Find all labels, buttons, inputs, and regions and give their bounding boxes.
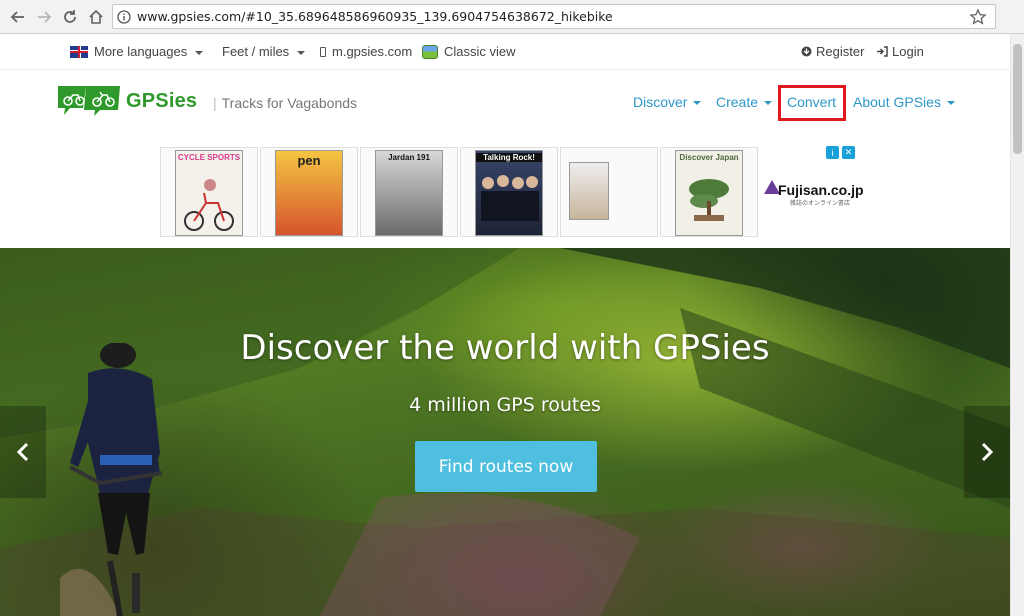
browser-toolbar: www.gpsies.com/#10_35.689648586960935_13… [0, 0, 1024, 34]
mobile-site-label: m.gpsies.com [332, 44, 413, 59]
site-header: GPSies | Tracks for Vagabonds Discover Cr… [0, 70, 1010, 134]
tagline-text: Tracks for Vagabonds [221, 95, 358, 111]
home-icon[interactable] [86, 7, 106, 27]
ad-magazine-title: Discover Japan [679, 153, 739, 162]
language-dropdown[interactable]: More languages [70, 44, 204, 59]
address-bar[interactable]: www.gpsies.com/#10_35.689648586960935_13… [112, 4, 996, 29]
menu-create[interactable]: Create [716, 94, 773, 110]
units-dropdown[interactable]: Feet / miles [222, 44, 306, 59]
ad-sponsor-subtitle: 雑誌のオンライン書店 [790, 201, 851, 207]
caret-down-icon [297, 50, 306, 55]
register-link[interactable]: Register [801, 44, 864, 59]
caret-down-icon [693, 101, 702, 105]
mobile-site-link[interactable]: m.gpsies.com [320, 44, 412, 59]
back-icon[interactable] [8, 7, 28, 27]
ad-magazine-title: Jardan 191 [388, 153, 430, 162]
utility-bar: More languages Feet / miles m.gpsies.com… [0, 34, 1010, 70]
forward-icon[interactable] [34, 7, 54, 27]
menu-about[interactable]: About GPSies [853, 94, 955, 110]
gpsies-logo-icon[interactable] [56, 82, 122, 118]
ad-close-icon[interactable]: ✕ [842, 146, 855, 159]
caret-down-icon [946, 101, 955, 105]
hero-banner: Discover the world with GPSies 4 million… [0, 248, 1010, 616]
chevron-right-icon [981, 442, 994, 462]
hero-subtitle: 4 million GPS routes [409, 394, 601, 416]
url-text[interactable]: www.gpsies.com/#10_35.689648586960935_13… [135, 9, 613, 24]
ad-magazine-title: CYCLE SPORTS [177, 153, 241, 162]
scroll-thumb[interactable] [1013, 44, 1022, 154]
uk-flag-icon [70, 45, 88, 58]
classic-view-label: Classic view [444, 44, 516, 59]
register-label: Register [816, 44, 865, 59]
bookmark-star-icon[interactable] [969, 8, 987, 26]
carousel-prev-button[interactable] [0, 406, 46, 498]
units-label: Feet / miles [222, 44, 290, 59]
login-link[interactable]: Login [876, 44, 924, 59]
ad-magazine-5[interactable] [560, 147, 658, 237]
menu-about-label: About GPSies [853, 94, 941, 110]
ad-magazine-4[interactable]: Talking Rock! [460, 147, 558, 237]
tagline: | Tracks for Vagabonds [213, 95, 358, 111]
ad-magazine-3[interactable]: Jardan 191 [360, 147, 458, 237]
ad-magazine-1[interactable]: CYCLE SPORTS [160, 147, 258, 237]
menu-discover[interactable]: Discover [633, 94, 702, 110]
ad-magazine-6[interactable]: Discover Japan [660, 147, 758, 237]
info-icon[interactable] [113, 5, 135, 28]
convert-highlight-box [778, 85, 846, 121]
menu-create-label: Create [716, 94, 759, 110]
classic-view-icon [422, 44, 438, 59]
caret-down-icon [195, 50, 204, 55]
ad-sponsor-name[interactable]: Fujisan.co.jp [778, 182, 864, 198]
menu-discover-label: Discover [633, 94, 688, 110]
advertisement-banner[interactable]: CYCLE SPORTS pen Jardan 191 Talking Rock… [0, 134, 1010, 248]
ad-magazine-title: Talking Rock! [476, 153, 542, 162]
caret-down-icon [764, 101, 773, 105]
reload-icon[interactable] [60, 7, 80, 27]
mobile-phone-icon [320, 46, 326, 57]
hero-title: Discover the world with GPSies [240, 328, 770, 368]
chevron-left-icon [16, 442, 29, 462]
mountain-biker-image [69, 343, 163, 616]
carousel-next-button[interactable] [964, 406, 1010, 498]
page-scrollbar[interactable] [1010, 34, 1024, 616]
ad-info-icon[interactable]: i [826, 146, 839, 159]
classic-view-link[interactable]: Classic view [422, 44, 516, 59]
language-label: More languages [94, 44, 188, 59]
ad-magazine-2[interactable]: pen [260, 147, 358, 237]
ad-magazine-title: pen [297, 153, 321, 168]
login-icon [877, 46, 888, 57]
find-routes-button[interactable]: Find routes now [415, 441, 597, 492]
register-icon [801, 46, 812, 57]
brand-name[interactable]: GPSies [126, 90, 197, 113]
ad-choices[interactable]: i ✕ [826, 146, 856, 160]
login-label: Login [892, 44, 924, 59]
